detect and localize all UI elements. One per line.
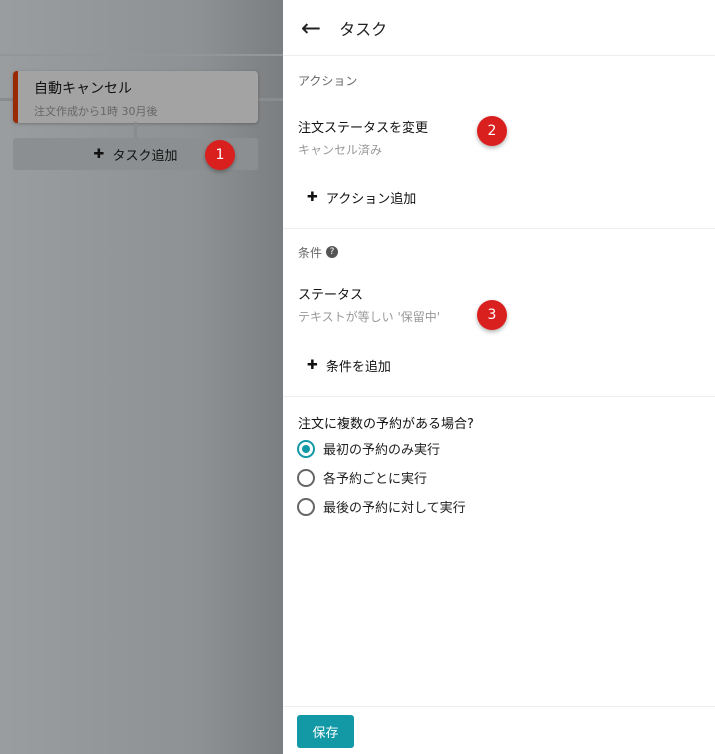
conditions-header: 条件 ? [298,244,339,261]
add-action-button[interactable]: ✚ アクション追加 [307,188,416,207]
help-icon[interactable]: ? [326,246,339,258]
radio-unchecked-icon[interactable] [297,468,315,487]
back-arrow-icon[interactable]: ← [301,14,321,42]
add-condition-label: 条件を追加 [325,360,391,375]
plus-icon: ✚ [307,358,318,373]
save-button[interactable]: 保存 [297,715,354,748]
actions-label: アクション [298,74,358,88]
radio-label: 最後の予約に対して実行 [323,501,466,516]
condition-item-title[interactable]: ステータス [298,284,363,303]
radio-option-each[interactable]: 各予約ごとに実行 [297,468,427,487]
plus-icon: ✚ [93,146,105,162]
radio-option-last[interactable]: 最後の予約に対して実行 [297,497,466,516]
panel-header: ← タスク [283,0,715,56]
radio-option-first[interactable]: 最初の予約のみ実行 [297,439,440,458]
divider [283,396,715,397]
step-badge: 3 [477,300,507,330]
add-action-label: アクション追加 [325,192,417,207]
radio-label: 最初の予約のみ実行 [323,443,441,458]
action-item-value: キャンセル済み [298,143,383,157]
radio-label: 各予約ごとに実行 [323,472,428,487]
task-panel: ← タスク アクション 注文ステータスを変更 キャンセル済み 2 ✚ アクション… [283,0,715,754]
panel-title: タスク [339,19,388,39]
divider [283,228,715,229]
radio-unchecked-icon[interactable] [297,497,315,516]
plus-icon: ✚ [307,190,318,205]
workflow-canvas: 自動キャンセル 注文作成から1時 30月後 ✚ タスク追加 1 [0,0,283,754]
multi-booking-question: 注文に複数の予約がある場合? [298,417,474,432]
radio-checked-icon[interactable] [297,439,315,458]
conditions-label: 条件 [298,246,323,260]
task-card[interactable]: 自動キャンセル 注文作成から1時 30月後 [13,71,258,123]
task-card-title: 自動キャンセル [34,81,132,97]
divider [0,54,283,56]
condition-item-value: テキストが等しい '保留中' [298,310,441,324]
add-task-label: タスク追加 [112,148,178,164]
action-item-title[interactable]: 注文ステータスを変更 [298,117,428,136]
task-card-subtitle: 注文作成から1時 30月後 [34,105,158,118]
add-condition-button[interactable]: ✚ 条件を追加 [307,356,391,375]
step-badge: 2 [477,116,507,146]
connector-line [134,122,137,138]
panel-footer: 保存 [283,706,715,754]
step-badge: 1 [205,140,235,170]
